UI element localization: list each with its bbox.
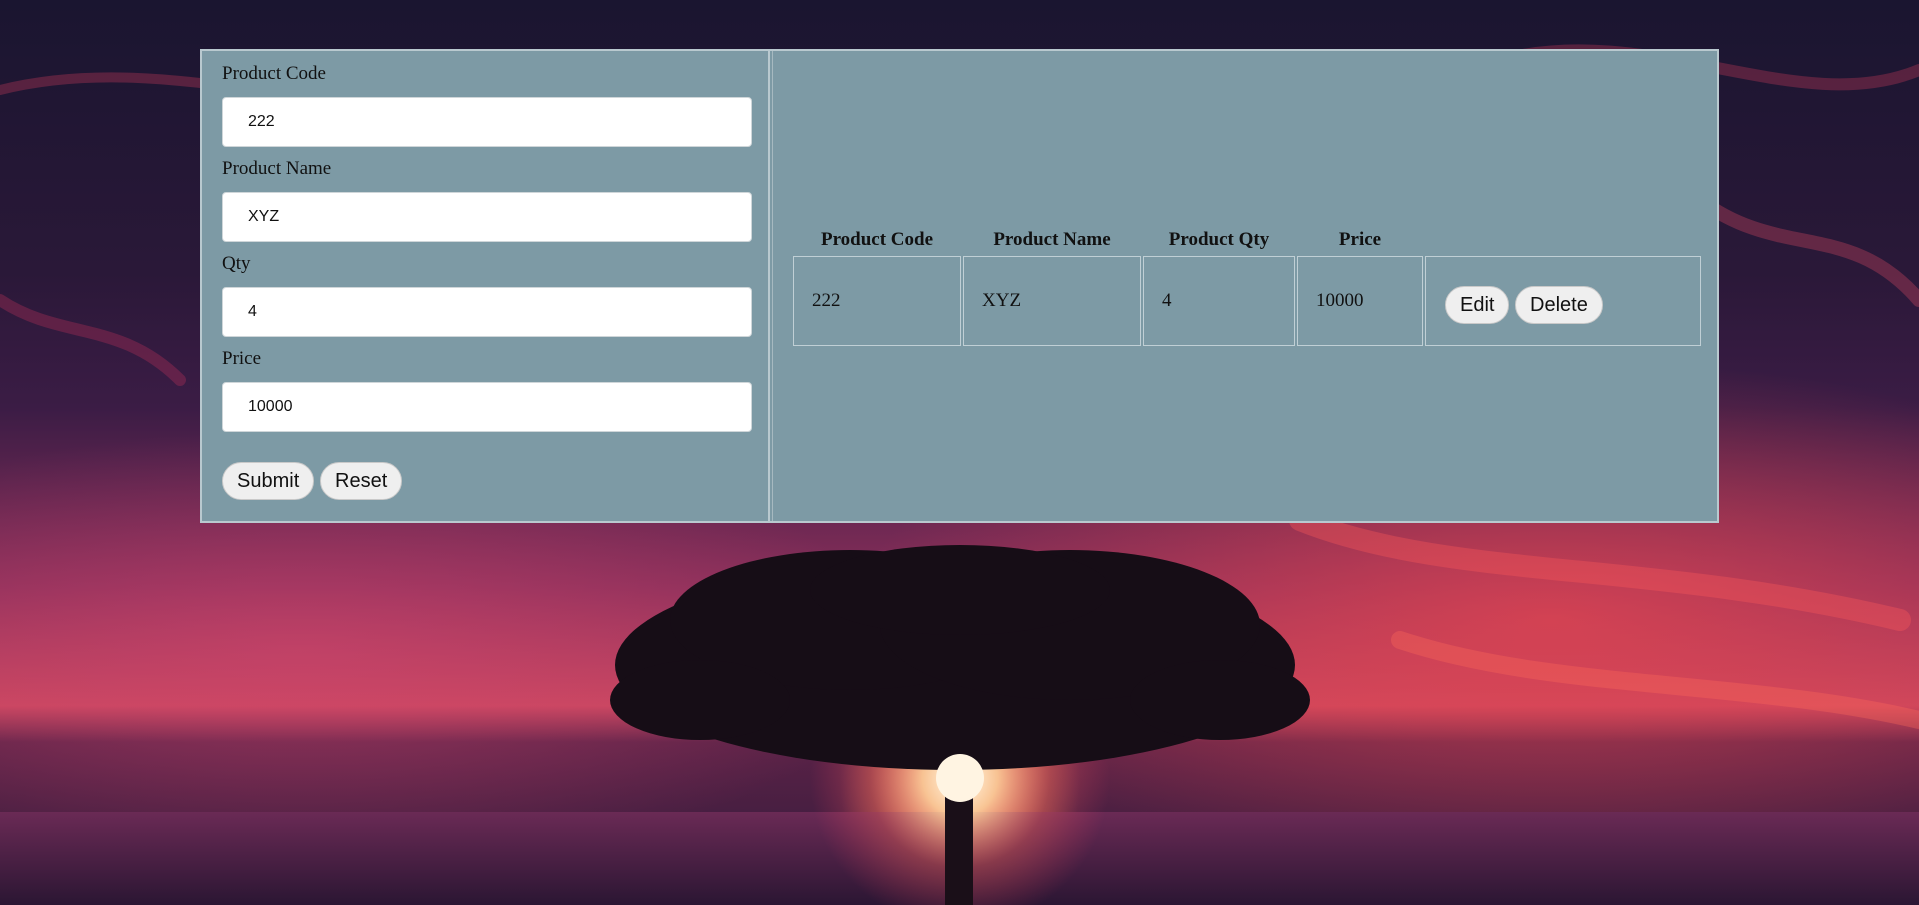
header-product-qty: Product Qty [1168,229,1270,250]
header-product-code: Product Code [820,229,934,250]
cell-product-code: 222 [793,256,961,346]
cell-price: 10000 [1297,256,1423,346]
cell-actions: Edit Delete [1425,256,1701,346]
header-product-name: Product Name [993,229,1111,250]
qty-label: Qty [222,253,251,274]
product-code-input[interactable] [222,97,752,147]
product-code-label: Product Code [222,63,326,84]
reset-button[interactable]: Reset [320,462,403,500]
product-form: Product Code Product Name Qty Price Subm… [202,51,770,521]
qty-input[interactable] [222,287,752,337]
product-name-input[interactable] [222,192,752,242]
product-card: Product Code Product Name Qty Price Subm… [200,49,1719,523]
submit-button[interactable]: Submit [222,462,315,500]
cell-product-name: XYZ [963,256,1141,346]
delete-button[interactable]: Delete [1515,286,1603,324]
product-name-label: Product Name [222,158,332,179]
price-label: Price [222,348,262,369]
price-input[interactable] [222,382,752,432]
edit-button[interactable]: Edit [1445,286,1510,324]
cell-product-qty: 4 [1143,256,1295,346]
product-table: Product Code Product Name Product Qty Pr… [772,51,1717,521]
header-price: Price [1338,229,1382,250]
